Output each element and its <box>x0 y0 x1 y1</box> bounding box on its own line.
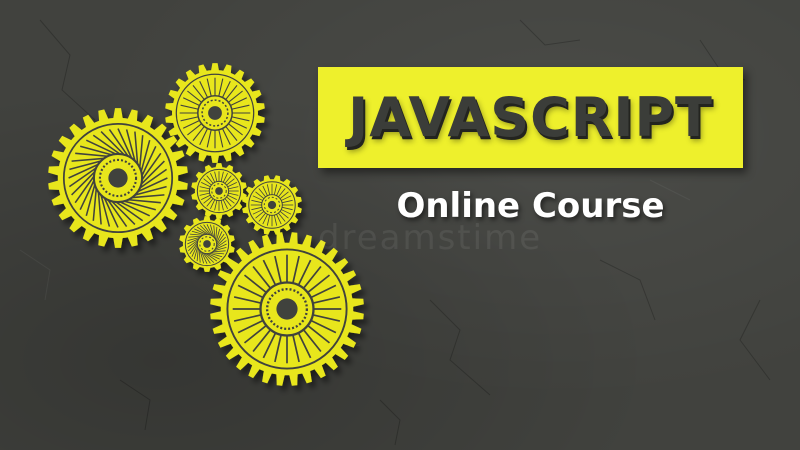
course-subtitle: Online Course <box>396 186 665 226</box>
course-title: JAVASCRIPT <box>348 86 713 149</box>
title-plate: JAVASCRIPT <box>318 67 743 168</box>
small-swirl-gear <box>179 216 235 272</box>
large-swirl-gear <box>48 108 188 248</box>
small-center-gear <box>191 163 247 219</box>
top-gear <box>165 63 265 163</box>
background-scene: dreamstime JAVASCRIPT Online Course <box>0 0 800 450</box>
